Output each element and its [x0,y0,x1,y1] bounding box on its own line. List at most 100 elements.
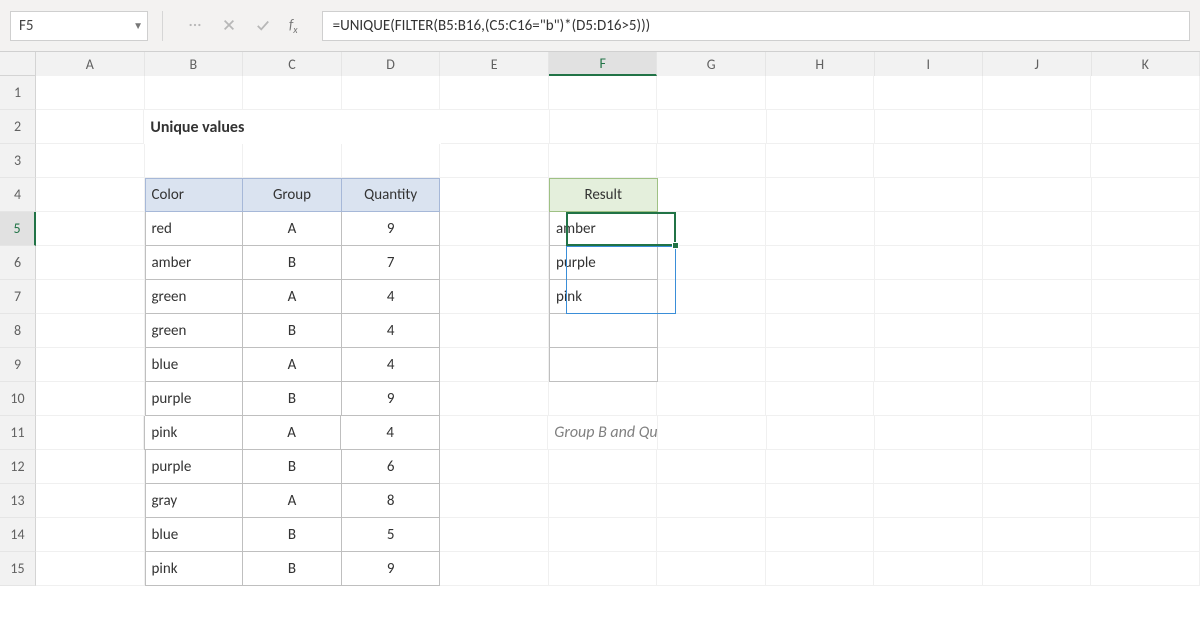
row-header-3[interactable]: 3 [0,144,36,178]
cell-K4[interactable] [1092,178,1200,212]
formula-input[interactable]: =UNIQUE(FILTER(B5:B16,(C5:C16="b")*(D5:D… [322,11,1190,41]
cell-A15[interactable] [36,552,145,586]
cell-F9[interactable] [549,348,658,382]
cell-J14[interactable] [983,518,1092,552]
cell-G15[interactable] [657,552,766,586]
cell-D6[interactable]: 7 [342,246,441,280]
cell-D2[interactable] [343,110,442,144]
cell-G7[interactable] [658,280,767,314]
cell-B6[interactable]: amber [145,246,244,280]
cell-H14[interactable] [766,518,875,552]
cell-B7[interactable]: green [145,280,244,314]
cell-C6[interactable]: B [243,246,342,280]
cell-I4[interactable] [875,178,984,212]
col-header-D[interactable]: D [342,52,441,76]
cell-C14[interactable]: B [243,518,342,552]
cell-E10[interactable] [440,382,549,416]
cell-C7[interactable]: A [243,280,342,314]
cell-J6[interactable] [983,246,1092,280]
cell-B10[interactable]: purple [145,382,244,416]
col-header-G[interactable]: G [657,52,766,76]
col-header-A[interactable]: A [36,52,145,76]
cell-G2[interactable] [658,110,766,144]
cell-J1[interactable] [983,76,1092,110]
row-header-4[interactable]: 4 [0,178,36,212]
cell-K7[interactable] [1092,280,1200,314]
cell-G11[interactable] [658,416,766,450]
cell-A8[interactable] [36,314,145,348]
cell-H11[interactable] [767,416,875,450]
cell-H8[interactable] [766,314,875,348]
row-header-14[interactable]: 14 [0,518,36,552]
cell-K10[interactable] [1091,382,1200,416]
cell-E13[interactable] [440,484,549,518]
cell-A7[interactable] [36,280,145,314]
cell-F14[interactable] [549,518,658,552]
cell-E7[interactable] [440,280,549,314]
row-header-5[interactable]: 5 [0,212,36,246]
row-header-9[interactable]: 9 [0,348,36,382]
cell-B2-title[interactable]: Unique values with multiple criteria [144,110,244,144]
cell-B3[interactable] [145,144,244,178]
cell-E15[interactable] [440,552,549,586]
cell-D9[interactable]: 4 [342,348,441,382]
row-header-8[interactable]: 8 [0,314,36,348]
cell-B8[interactable]: green [145,314,244,348]
cell-F6[interactable]: purple [549,246,658,280]
cell-E11[interactable] [440,416,548,450]
cell-E4[interactable] [440,178,549,212]
col-header-B[interactable]: B [145,52,244,76]
row-header-1[interactable]: 1 [0,76,36,110]
cell-B13[interactable]: gray [145,484,244,518]
cell-H2[interactable] [767,110,875,144]
cell-F3[interactable] [549,144,658,178]
cell-F12[interactable] [549,450,658,484]
fx-icon[interactable]: fx [289,16,304,36]
row-header-10[interactable]: 10 [0,382,36,416]
cell-J2[interactable] [983,110,1091,144]
cell-F10[interactable] [549,382,658,416]
cell-C15[interactable]: B [243,552,342,586]
cell-D14[interactable]: 5 [342,518,441,552]
cell-I9[interactable] [875,348,984,382]
cell-C1[interactable] [243,76,342,110]
cell-I10[interactable] [874,382,983,416]
table-header-color[interactable]: Color [145,178,244,212]
cell-B9[interactable]: blue [145,348,244,382]
cell-K6[interactable] [1092,246,1200,280]
cell-C8[interactable]: B [243,314,342,348]
col-header-J[interactable]: J [983,52,1092,76]
cell-J10[interactable] [983,382,1092,416]
cell-K12[interactable] [1091,450,1200,484]
cell-J5[interactable] [983,212,1092,246]
cell-B11[interactable]: pink [144,416,243,450]
table-header-group[interactable]: Group [243,178,342,212]
cell-J7[interactable] [983,280,1092,314]
cell-B5[interactable]: red [145,212,244,246]
cell-F2[interactable] [550,110,658,144]
cell-G6[interactable] [658,246,767,280]
cell-I6[interactable] [875,246,984,280]
col-header-C[interactable]: C [243,52,342,76]
cell-A2[interactable] [36,110,144,144]
cell-A5[interactable] [36,212,145,246]
cell-A4[interactable] [36,178,145,212]
cell-K2[interactable] [1092,110,1200,144]
cell-G5[interactable] [658,212,767,246]
cell-C3[interactable] [243,144,342,178]
table-header-quantity[interactable]: Quantity [342,178,441,212]
row-header-15[interactable]: 15 [0,552,36,586]
cell-E2[interactable] [441,110,549,144]
cell-F1[interactable] [549,76,658,110]
cell-G9[interactable] [658,348,767,382]
cell-G8[interactable] [658,314,767,348]
cancel-icon[interactable] [221,17,237,33]
cell-I13[interactable] [874,484,983,518]
enter-icon[interactable] [255,17,271,33]
cell-B1[interactable] [145,76,244,110]
cell-I8[interactable] [875,314,984,348]
cell-I1[interactable] [874,76,983,110]
cell-J9[interactable] [983,348,1092,382]
cell-A14[interactable] [36,518,145,552]
cell-H7[interactable] [766,280,875,314]
